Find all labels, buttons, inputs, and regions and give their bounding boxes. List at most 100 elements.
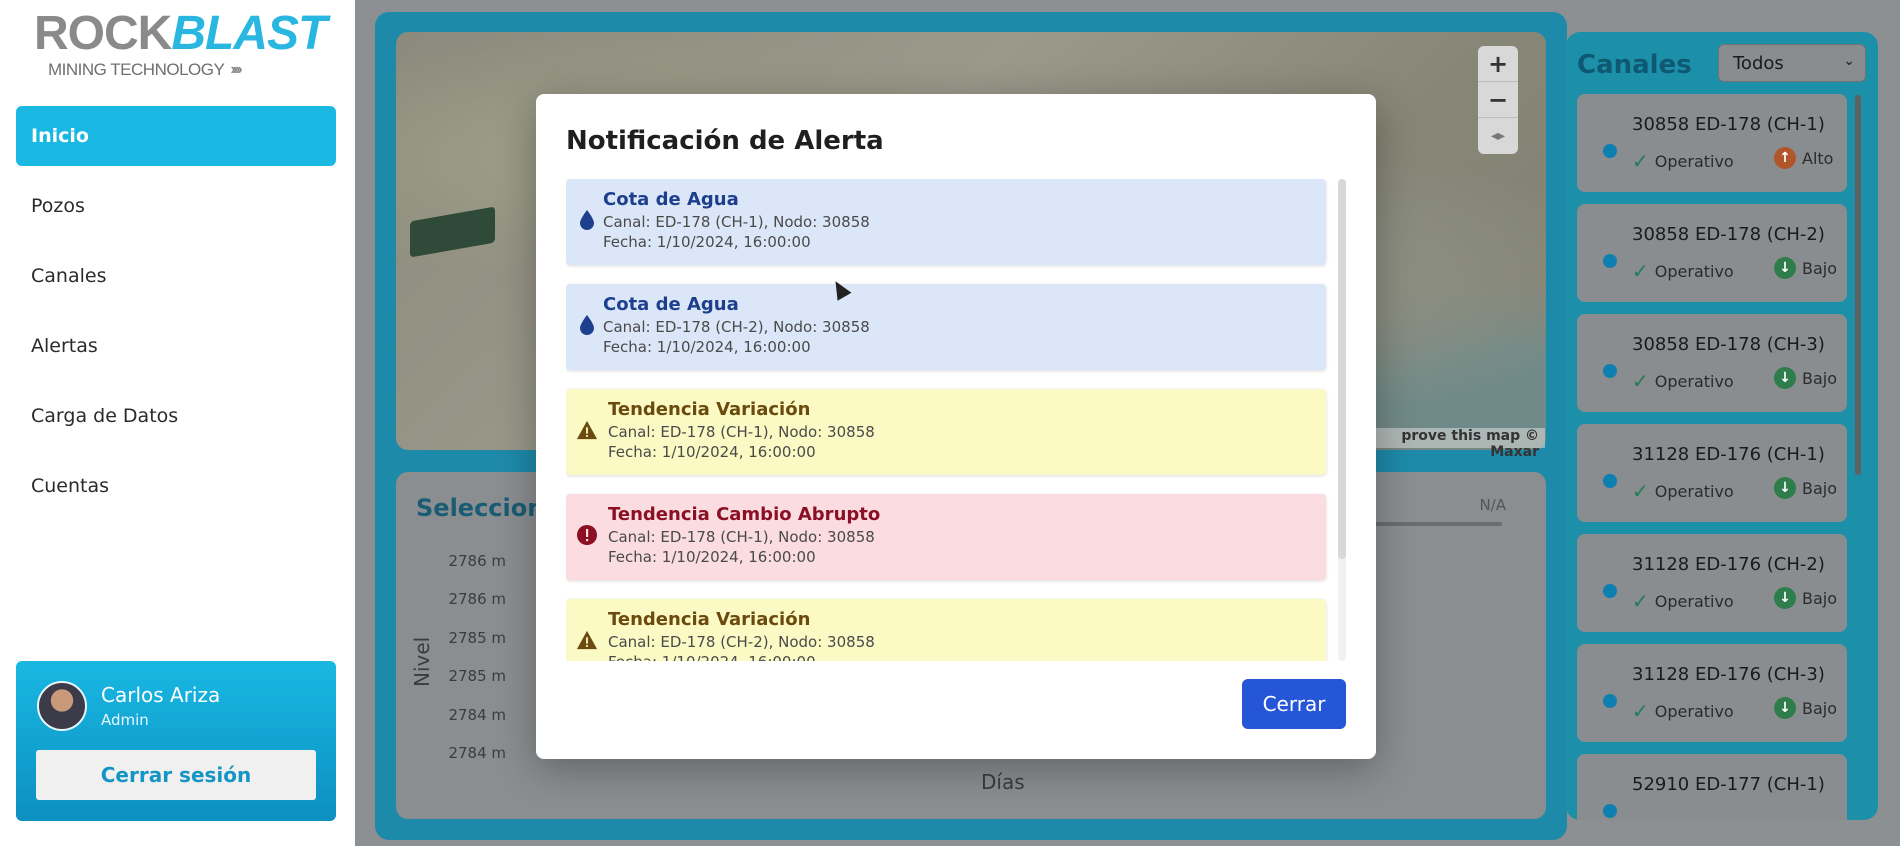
channel-status: ✓ Operativo: [1632, 479, 1734, 503]
channel-item[interactable]: 31128 ED-176 (CH-2) ✓ Operativo ↓ Bajo: [1577, 534, 1847, 632]
channel-name: 52910 ED-177 (CH-1): [1632, 774, 1825, 795]
nav-item-alertas[interactable]: Alertas: [16, 316, 336, 376]
channels-title: Canales: [1577, 50, 1692, 80]
error-circle-icon: [576, 524, 598, 546]
channel-name: 30858 ED-178 (CH-1): [1632, 114, 1825, 135]
nav-label: Pozos: [31, 195, 85, 217]
alert-item[interactable]: Tendencia Variación Canal: ED-178 (CH-2)…: [566, 599, 1326, 661]
channel-level: ↓ Bajo: [1774, 587, 1837, 609]
sidebar: ROCKBLAST MINING TECHNOLOGY ›››› Inicio P…: [0, 0, 355, 846]
close-button[interactable]: Cerrar: [1242, 679, 1346, 729]
status-text: Operativo: [1654, 481, 1734, 501]
zoom-out-button[interactable]: −: [1478, 82, 1518, 118]
channel-level: ↓ Bajo: [1774, 257, 1837, 279]
alert-item[interactable]: Tendencia Variación Canal: ED-178 (CH-1)…: [566, 389, 1326, 475]
check-icon: ✓: [1632, 589, 1649, 613]
y-tick: 2784 m: [448, 744, 506, 762]
channel-item[interactable]: 30858 ED-178 (CH-2) ✓ Operativo ↓ Bajo: [1577, 204, 1847, 302]
y-tick: 2785 m: [448, 667, 506, 685]
level-text: Bajo: [1802, 588, 1838, 608]
filter-value: Todos: [1733, 52, 1784, 74]
channel-filter-select[interactable]: Todos ⌄: [1718, 44, 1866, 82]
water-drop-icon: [576, 314, 598, 336]
arrow-up-icon: ↑: [1774, 147, 1796, 169]
arrow-down-icon: ↓: [1774, 257, 1796, 279]
logo-blast-text: BLAST: [171, 7, 327, 60]
x-axis-label: Días: [981, 770, 1025, 794]
status-text: Operativo: [1654, 591, 1734, 611]
arrow-down-icon: ↓: [1774, 367, 1796, 389]
user-card: Carlos Ariza Admin Cerrar sesión: [16, 661, 336, 821]
y-axis-label: Nivel: [410, 636, 434, 687]
channel-level: ↑ Alto: [1774, 147, 1833, 169]
reset-bearing-button[interactable]: ◂▸: [1478, 118, 1518, 154]
avatar: [37, 681, 87, 731]
map-field-patch: [410, 206, 495, 258]
map-attribution[interactable]: prove this map © Maxar: [1355, 428, 1545, 460]
y-tick: 2786 m: [448, 590, 506, 608]
user-name: Carlos Ariza: [101, 683, 221, 707]
nav-item-pozos[interactable]: Pozos: [16, 176, 336, 236]
rockblast-logo[interactable]: ROCKBLAST MINING TECHNOLOGY ››››: [34, 10, 327, 80]
alert-date: Fecha: 1/10/2024, 16:00:00: [603, 338, 811, 356]
channel-status: ✓ Operativo: [1632, 259, 1734, 283]
channel-item[interactable]: 30858 ED-178 (CH-1) ✓ Operativo ↑ Alto: [1577, 94, 1847, 192]
nav-label: Carga de Datos: [31, 405, 179, 427]
level-text: Bajo: [1802, 368, 1838, 388]
nav-label: Cuentas: [31, 475, 110, 497]
y-tick: 2786 m: [448, 552, 506, 570]
nav-label: Inicio: [31, 125, 89, 147]
check-icon: ✓: [1632, 369, 1649, 393]
channel-list: 30858 ED-178 (CH-1) ✓ Operativo ↑ Alto 308…: [1577, 94, 1857, 820]
alert-title: Cota de Agua: [603, 189, 739, 210]
status-dot-icon: [1603, 474, 1617, 488]
channels-panel: Canales Todos ⌄ 30858 ED-178 (CH-1) ✓ Ope…: [1566, 32, 1878, 820]
nav-item-inicio[interactable]: Inicio: [16, 106, 336, 166]
check-icon: ✓: [1632, 479, 1649, 503]
channel-item[interactable]: 31128 ED-176 (CH-1) ✓ Operativo ↓ Bajo: [1577, 424, 1847, 522]
nav-item-cuentas[interactable]: Cuentas: [16, 456, 336, 516]
level-text: Bajo: [1802, 698, 1838, 718]
status-dot-icon: [1603, 364, 1617, 378]
level-text: Bajo: [1802, 478, 1838, 498]
status-dot-icon: [1603, 694, 1617, 708]
status-text: Operativo: [1654, 371, 1734, 391]
alert-item[interactable]: Tendencia Cambio Abrupto Canal: ED-178 (…: [566, 494, 1326, 580]
check-icon: ✓: [1632, 149, 1649, 173]
alert-item[interactable]: Cota de Agua Canal: ED-178 (CH-1), Nodo:…: [566, 179, 1326, 265]
channel-name: 30858 ED-178 (CH-2): [1632, 224, 1825, 245]
water-drop-icon: [576, 209, 598, 231]
alert-channel: Canal: ED-178 (CH-2), Nodo: 30858: [603, 318, 870, 336]
channels-scrollbar[interactable]: [1855, 95, 1861, 475]
status-dot-icon: [1603, 254, 1617, 268]
warning-icon: [576, 629, 598, 651]
logo-chevrons-icon: ››››: [230, 61, 242, 78]
logout-button[interactable]: Cerrar sesión: [36, 750, 316, 800]
level-text: Bajo: [1802, 258, 1838, 278]
y-tick: 2784 m: [448, 706, 506, 724]
modal-scrollbar[interactable]: [1338, 179, 1346, 559]
zoom-in-button[interactable]: +: [1478, 46, 1518, 82]
arrow-down-icon: ↓: [1774, 697, 1796, 719]
map-controls: + − ◂▸: [1478, 46, 1518, 154]
logo-subtitle: MINING TECHNOLOGY: [48, 60, 225, 79]
channel-level: ↓ Bajo: [1774, 477, 1837, 499]
channel-name: 30858 ED-178 (CH-3): [1632, 334, 1825, 355]
channel-item[interactable]: 31128 ED-176 (CH-3) ✓ Operativo ↓ Bajo: [1577, 644, 1847, 742]
alert-channel: Canal: ED-178 (CH-1), Nodo: 30858: [608, 528, 875, 546]
alert-date: Fecha: 1/10/2024, 16:00:00: [608, 548, 816, 566]
alert-channel: Canal: ED-178 (CH-2), Nodo: 30858: [608, 633, 875, 651]
nav-label: Alertas: [31, 335, 98, 357]
channel-name: 31128 ED-176 (CH-1): [1632, 444, 1825, 465]
channel-item[interactable]: 30858 ED-178 (CH-3) ✓ Operativo ↓ Bajo: [1577, 314, 1847, 412]
alert-item[interactable]: Cota de Agua Canal: ED-178 (CH-2), Nodo:…: [566, 284, 1326, 370]
check-icon: ✓: [1632, 699, 1649, 723]
status-text: Operativo: [1654, 151, 1734, 171]
alert-date: Fecha: 1/10/2024, 16:00:00: [603, 233, 811, 251]
channel-status: ✓ Operativo: [1632, 699, 1734, 723]
nav-item-canales[interactable]: Canales: [16, 246, 336, 306]
channel-item[interactable]: 52910 ED-177 (CH-1): [1577, 754, 1847, 820]
alert-list: Cota de Agua Canal: ED-178 (CH-1), Nodo:…: [566, 179, 1336, 661]
nav-item-carga-de-datos[interactable]: Carga de Datos: [16, 386, 336, 446]
alert-channel: Canal: ED-178 (CH-1), Nodo: 30858: [608, 423, 875, 441]
